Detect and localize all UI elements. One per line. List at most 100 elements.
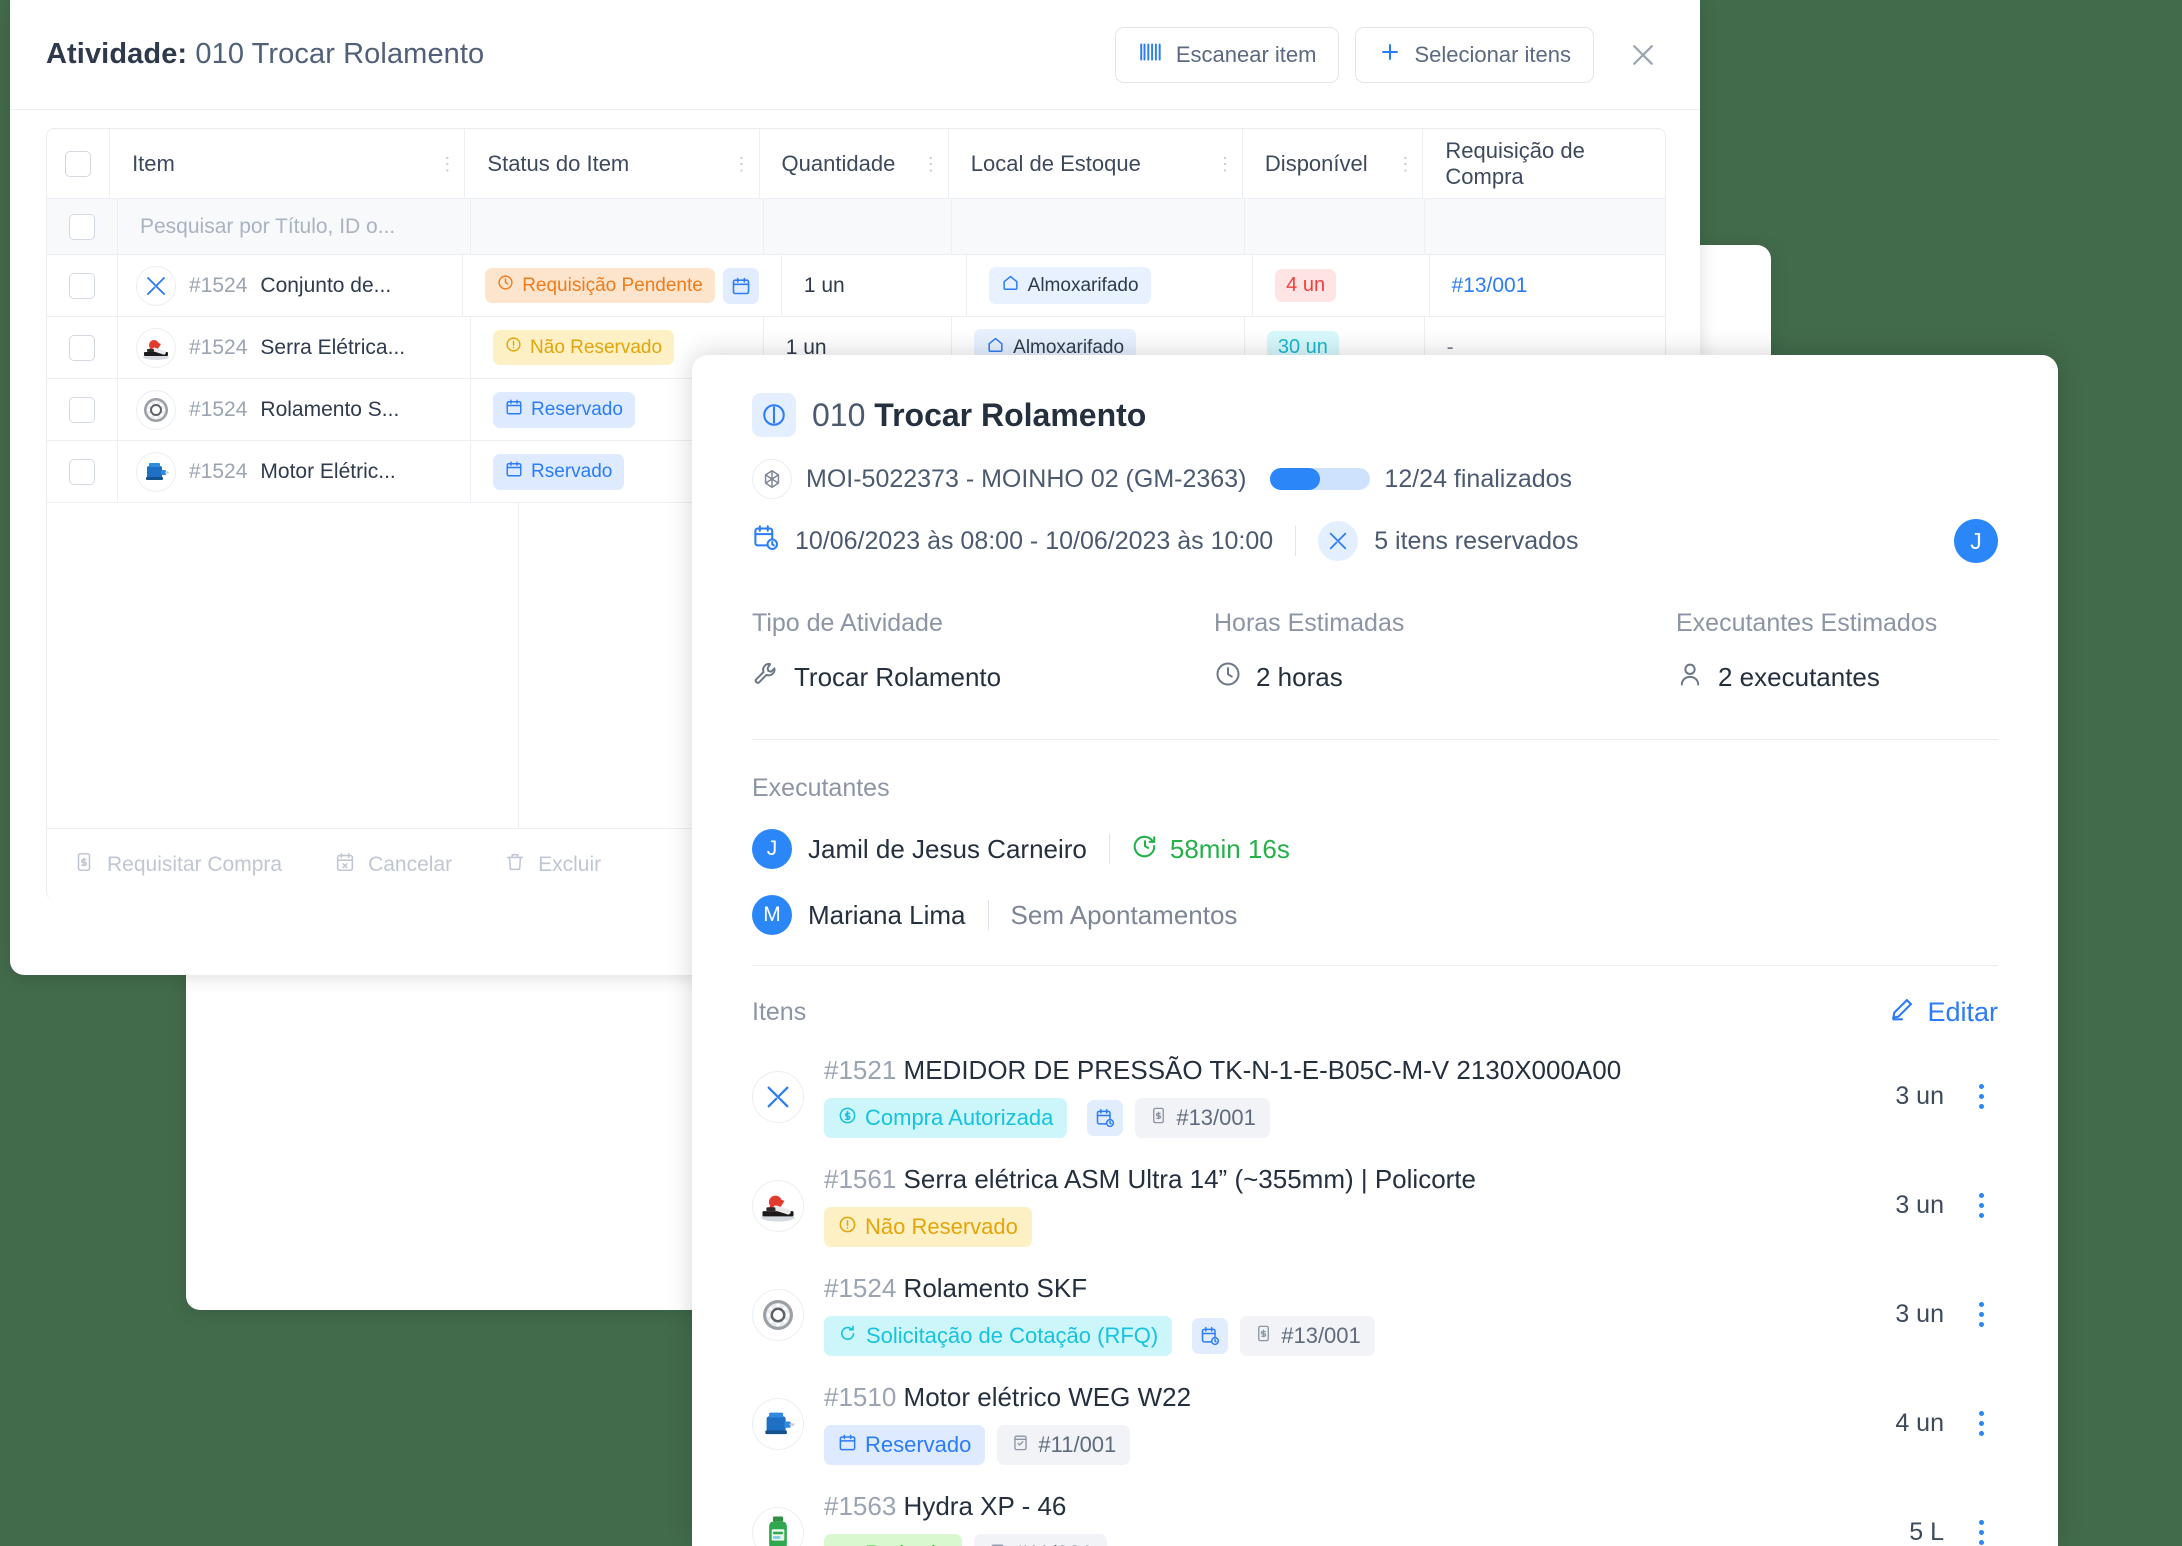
column-header-available[interactable]: Disponível ⋮ xyxy=(1243,129,1424,199)
filter-location-cell[interactable] xyxy=(952,199,1245,255)
divider xyxy=(752,739,1998,740)
trash-icon xyxy=(504,851,526,879)
person-icon xyxy=(1676,660,1704,695)
schedule-label: 10/06/2023 às 08:00 - 10/06/2023 às 10:0… xyxy=(795,527,1273,556)
column-header-quantity[interactable]: Quantidade ⋮ xyxy=(760,129,949,199)
items-section-header: Itens Editar xyxy=(752,996,1998,1029)
column-menu-icon[interactable]: ⋮ xyxy=(733,155,751,173)
reference-badge[interactable]: #11/001 xyxy=(974,1534,1107,1546)
reference-badge[interactable]: #13/001 xyxy=(1240,1316,1375,1356)
executor-name: Jamil de Jesus Carneiro xyxy=(808,834,1087,865)
item-menu-button[interactable] xyxy=(1964,1193,1998,1218)
column-menu-icon[interactable]: ⋮ xyxy=(922,155,940,173)
filter-available-cell[interactable] xyxy=(1245,199,1425,255)
asset-icon xyxy=(752,459,792,499)
row-item-id: #1524 xyxy=(189,398,247,422)
list-item[interactable]: #1510 Motor elétrico WEG W22 Reservado #… xyxy=(752,1382,1998,1465)
list-item[interactable]: #1521 MEDIDOR DE PRESSÃO TK-N-1-E-B05C-M… xyxy=(752,1055,1998,1138)
item-menu-button[interactable] xyxy=(1964,1411,1998,1436)
reserved-items-label: 5 itens reservados xyxy=(1374,527,1578,556)
field-value-row: Trocar Rolamento xyxy=(752,660,1214,695)
field-value: 2 executantes xyxy=(1718,662,1880,693)
avatar: M xyxy=(752,895,792,935)
executor-time-label: Sem Apontamentos xyxy=(1011,900,1238,931)
column-menu-icon[interactable]: ⋮ xyxy=(1216,155,1234,173)
select-items-button[interactable]: Selecionar itens xyxy=(1355,27,1594,83)
row-checkbox[interactable] xyxy=(69,459,95,485)
column-menu-icon[interactable]: ⋮ xyxy=(438,155,456,173)
scan-item-button[interactable]: Escanear item xyxy=(1115,27,1340,83)
column-header-item[interactable]: Item ⋮ xyxy=(110,129,465,199)
select-all-checkbox[interactable] xyxy=(65,151,91,177)
column-header-location[interactable]: Local de Estoque ⋮ xyxy=(949,129,1243,199)
item-menu-button[interactable] xyxy=(1964,1084,1998,1109)
item-quantity: 3 un xyxy=(1854,1191,1944,1220)
calendar-icon xyxy=(838,1432,857,1458)
filter-row-checkbox[interactable] xyxy=(69,214,95,240)
clock-icon xyxy=(1214,660,1242,695)
row-item-id: #1524 xyxy=(189,274,247,298)
calendar-cancel-icon xyxy=(334,851,356,879)
row-item-id: #1524 xyxy=(189,460,247,484)
delete-button[interactable]: Excluir xyxy=(504,851,601,879)
cancel-button[interactable]: Cancelar xyxy=(334,851,452,879)
divider xyxy=(752,965,1998,966)
request-purchase-button[interactable]: Requisitar Compra xyxy=(73,851,282,879)
filter-purchase-cell[interactable] xyxy=(1425,199,1665,255)
item-title: #1510 Motor elétrico WEG W22 xyxy=(824,1382,1834,1413)
column-header-status[interactable]: Status do Item ⋮ xyxy=(465,129,759,199)
checklist-icon xyxy=(988,1541,1007,1546)
search-input-cell[interactable]: Pesquisar por Título, ID o... xyxy=(118,199,471,255)
calendar-icon xyxy=(505,460,523,484)
return-icon xyxy=(838,1541,857,1546)
divider xyxy=(1109,834,1110,864)
schedule-icon-button[interactable] xyxy=(1087,1100,1123,1136)
item-chips: Retirado #11/001 xyxy=(824,1534,1834,1546)
purchase-request-link[interactable]: #13/001 xyxy=(1452,274,1528,298)
item-menu-button[interactable] xyxy=(1964,1520,1998,1545)
divider xyxy=(1295,526,1296,556)
page-title: Atividade: 010 Trocar Rolamento xyxy=(46,38,484,71)
avatar[interactable]: J xyxy=(1954,519,1998,563)
status-badge: Não Reservado xyxy=(493,330,674,365)
avatar: J xyxy=(752,829,792,869)
status-badge: Retirado xyxy=(824,1534,962,1546)
item-name: Serra elétrica ASM Ultra 14” (~355mm) | … xyxy=(904,1164,1476,1194)
filter-quantity-cell[interactable] xyxy=(764,199,952,255)
status-label: Reservado xyxy=(865,1432,971,1458)
item-menu-button[interactable] xyxy=(1964,1302,1998,1327)
table-row[interactable]: #1524 Conjunto de... Requisição Pendente… xyxy=(47,255,1665,317)
column-header-purchase-request[interactable]: Requisição de Compra xyxy=(1423,129,1665,199)
edit-label: Editar xyxy=(1927,997,1998,1028)
row-checkbox[interactable] xyxy=(69,273,95,299)
status-label: Não Reservado xyxy=(530,337,662,359)
search-input[interactable]: Pesquisar por Título, ID o... xyxy=(140,215,395,239)
item-name: Motor elétrico WEG W22 xyxy=(904,1382,1192,1412)
reference-badge[interactable]: #11/001 xyxy=(997,1425,1130,1465)
schedule-icon-button[interactable] xyxy=(723,268,759,304)
row-checkbox[interactable] xyxy=(69,335,95,361)
list-item[interactable]: #1563 Hydra XP - 46 Retirado #11/001 xyxy=(752,1491,1998,1546)
reference-label: #11/001 xyxy=(1038,1432,1116,1458)
row-checkbox[interactable] xyxy=(69,397,95,423)
edit-button[interactable]: Editar xyxy=(1889,996,1998,1029)
list-item[interactable]: #1561 Serra elétrica ASM Ultra 14” (~355… xyxy=(752,1164,1998,1247)
executor-time-label: 58min 16s xyxy=(1170,834,1290,865)
saw-photo-icon xyxy=(752,1180,804,1232)
filter-status-cell[interactable] xyxy=(471,199,764,255)
table-header-row: Item ⋮ Status do Item ⋮ Quantidade ⋮ Loc… xyxy=(47,129,1665,199)
detail-meta-row: 10/06/2023 às 08:00 - 10/06/2023 às 10:0… xyxy=(752,521,1998,561)
asset-label: MOI-5022373 - MOINHO 02 (GM-2363) xyxy=(806,465,1246,494)
reference-badge[interactable]: #13/001 xyxy=(1135,1098,1270,1138)
close-icon[interactable] xyxy=(1620,32,1666,78)
timer-icon xyxy=(1132,833,1158,866)
schedule-icon-button[interactable] xyxy=(1192,1318,1228,1354)
list-item[interactable]: #1524 Rolamento SKF Solicitação de Cotaç… xyxy=(752,1273,1998,1356)
field-estimated-hours: Horas Estimadas 2 horas xyxy=(1214,609,1676,695)
column-menu-icon[interactable]: ⋮ xyxy=(1396,155,1414,173)
calendar-clock-icon xyxy=(752,524,779,558)
row-select-cell xyxy=(47,379,118,441)
row-item-name: Serra Elétrica... xyxy=(260,336,405,360)
row-item-name: Motor Elétric... xyxy=(260,460,395,484)
row-item-name: Conjunto de... xyxy=(260,274,391,298)
